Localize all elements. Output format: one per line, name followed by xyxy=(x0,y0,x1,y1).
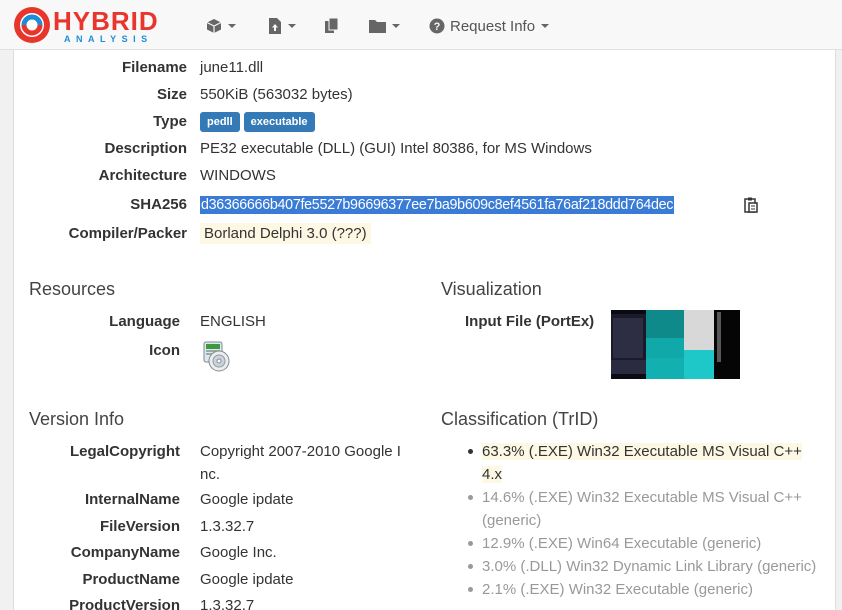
architecture-row: Architecture WINDOWS xyxy=(14,164,842,188)
description-label: Description xyxy=(104,140,187,157)
internal-name-row: InternalName Google ipdate xyxy=(14,488,434,512)
internal-name-label: InternalName xyxy=(84,491,180,508)
trid-list: 63.3% (.EXE) Win32 Executable MS Visual … xyxy=(466,440,836,601)
description-value: PE32 executable (DLL) (GUI) Intel 80386,… xyxy=(200,140,592,157)
sha256-label: SHA256 xyxy=(130,196,187,213)
size-label: Size xyxy=(156,86,187,103)
compiler-label: Compiler/Packer xyxy=(68,225,187,242)
legal-copyright-value-line1: Copyright 2007-2010 Google I xyxy=(200,443,401,460)
svg-text:ANALYSIS: ANALYSIS xyxy=(64,34,153,44)
internal-name-value: Google ipdate xyxy=(200,491,294,508)
svg-text:HYBRID: HYBRID xyxy=(53,6,159,36)
legal-copyright-value-line2: nc. xyxy=(200,466,221,483)
sha256-row: SHA256 d36366666b407fe5527b96696377ee7ba… xyxy=(14,193,842,217)
folder-icon xyxy=(369,20,386,33)
product-version-value: 1.3.32.7 xyxy=(200,597,255,610)
compiler-value: Borland Delphi 3.0 (???) xyxy=(200,223,371,244)
sha256-value[interactable]: d36366666b407fe5527b96696377ee7ba9b609c8… xyxy=(200,193,675,217)
company-name-row: CompanyName Google Inc. xyxy=(14,541,434,565)
icon-label: Icon xyxy=(149,342,180,359)
visualization-title: Visualization xyxy=(441,279,542,299)
filename-row: Filename june11.dll xyxy=(14,56,842,80)
list-item: 3.0% (.DLL) Win32 Dynamic Link Library (… xyxy=(466,555,836,578)
products-dropdown[interactable] xyxy=(206,14,236,38)
question-circle-icon: ? xyxy=(429,18,445,34)
copy-icon xyxy=(325,18,339,33)
file-version-row: FileVersion 1.3.32.7 xyxy=(14,515,434,539)
chevron-down-icon xyxy=(228,24,236,28)
chevron-down-icon xyxy=(541,24,550,28)
reports-link[interactable] xyxy=(324,14,340,38)
description-row: Description PE32 executable (DLL) (GUI) … xyxy=(14,137,842,161)
file-details-panel: Filename june11.dll Size 550KiB (563032 … xyxy=(13,50,836,610)
chevron-down-icon xyxy=(288,24,296,28)
request-info-label: Request Info xyxy=(450,17,536,35)
installer-icon xyxy=(200,340,232,372)
file-upload-icon xyxy=(269,18,281,34)
version-info-title: Version Info xyxy=(29,409,125,429)
product-version-row: ProductVersion 1.3.32.7 xyxy=(14,594,434,610)
filename-value: june11.dll xyxy=(200,59,264,76)
legal-copyright-row-2: nc. xyxy=(14,463,434,487)
architecture-value: WINDOWS xyxy=(200,167,276,184)
filename-label: Filename xyxy=(121,59,187,76)
file-version-value: 1.3.32.7 xyxy=(200,518,255,535)
file-version-label: FileVersion xyxy=(99,518,180,535)
company-name-label: CompanyName xyxy=(70,544,180,561)
list-item: 14.6% (.EXE) Win32 Executable MS Visual … xyxy=(466,486,836,532)
company-name-value: Google Inc. xyxy=(200,544,277,561)
clipboard-icon[interactable] xyxy=(744,197,758,221)
type-badges: pedll executable xyxy=(200,110,319,134)
product-name-value: Google ipdate xyxy=(200,571,294,588)
legal-copyright-row: LegalCopyright Copyright 2007-2010 Googl… xyxy=(14,440,434,464)
list-item: 12.9% (.EXE) Win64 Executable (generic) xyxy=(466,532,836,555)
legal-copyright-label: LegalCopyright xyxy=(69,443,180,460)
compiler-row: Compiler/Packer Borland Delphi 3.0 (???) xyxy=(14,222,842,246)
cube-icon xyxy=(206,19,222,33)
chevron-down-icon xyxy=(392,24,400,28)
product-name-row: ProductName Google ipdate xyxy=(14,568,434,592)
type-row: Type pedll executable xyxy=(14,110,842,134)
type-label: Type xyxy=(153,113,187,130)
product-name-label: ProductName xyxy=(82,571,180,588)
classification-title: Classification (TrID) xyxy=(441,409,599,429)
request-info-dropdown[interactable]: ? Request Info xyxy=(429,14,550,38)
type-badge[interactable]: executable xyxy=(243,112,315,133)
top-navbar: HYBRID ANALYSIS ? Request Info xyxy=(0,0,842,50)
portex-visualization-image[interactable] xyxy=(611,310,740,379)
size-value: 550KiB (563032 bytes) xyxy=(200,86,353,103)
architecture-label: Architecture xyxy=(98,167,187,184)
resources-title: Resources xyxy=(29,279,116,299)
submit-dropdown[interactable] xyxy=(268,14,296,38)
type-badge[interactable]: pedll xyxy=(200,112,240,133)
list-item: 2.1% (.EXE) Win32 Executable (generic) xyxy=(466,578,836,601)
sha256-hash[interactable]: d36366666b407fe5527b96696377ee7ba9b609c8… xyxy=(200,196,675,214)
hybrid-analysis-logo[interactable]: HYBRID ANALYSIS xyxy=(12,4,182,46)
size-row: Size 550KiB (563032 bytes) xyxy=(14,83,842,107)
product-version-label: ProductVersion xyxy=(69,597,180,610)
resources-dropdown[interactable] xyxy=(369,14,400,38)
input-file-label: Input File (PortEx) xyxy=(465,313,595,330)
list-item: 63.3% (.EXE) Win32 Executable MS Visual … xyxy=(466,440,836,486)
svg-text:?: ? xyxy=(434,21,441,33)
